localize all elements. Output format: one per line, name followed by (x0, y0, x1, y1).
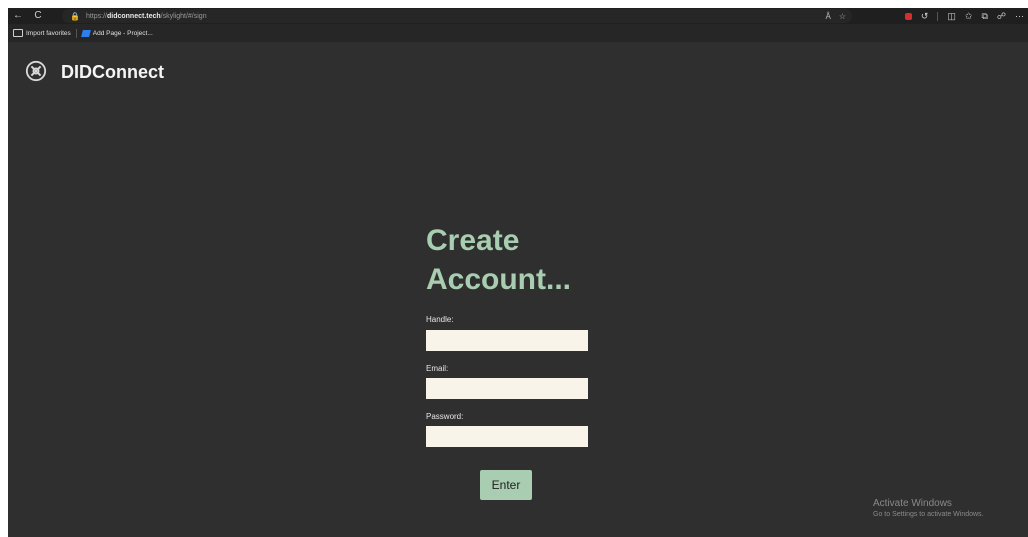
watermark-subtitle: Go to Settings to activate Windows. (873, 511, 984, 518)
page-icon (80, 29, 91, 37)
bookmark-import-favorites[interactable]: Import favorites (8, 29, 76, 37)
more-menu-icon[interactable]: ⋯ (1015, 11, 1024, 22)
page-title: Create Account... (426, 221, 666, 299)
password-label: Password: (426, 412, 464, 421)
url-path: /skylight/#/sign (160, 12, 207, 20)
url-scheme: https:// (85, 12, 107, 20)
handle-input[interactable] (426, 330, 588, 351)
didconnect-logo-icon (25, 60, 47, 82)
email-input[interactable] (426, 378, 588, 399)
email-label: Email: (426, 364, 449, 373)
read-aloud-icon[interactable]: Â (825, 12, 830, 21)
password-input[interactable] (426, 426, 588, 447)
toolbar-divider (937, 11, 939, 21)
collections-icon[interactable]: ⧉ (981, 11, 987, 22)
url-host: didconnect.tech (106, 12, 161, 20)
favorites-icon[interactable]: ✩ (965, 11, 973, 22)
browser-toolbar: ← C 🔒 https://didconnect.tech/skylight/#… (8, 8, 1028, 24)
bookmark-add-page[interactable]: Add Page - Project... (77, 29, 158, 37)
enter-button[interactable]: Enter (480, 470, 532, 500)
bookmark-label: Import favorites (26, 29, 71, 37)
extension-c-icon[interactable]: ↺ (921, 11, 929, 22)
bookmarks-bar: Import favorites Add Page - Project... (8, 24, 1028, 42)
address-bar[interactable]: 🔒 https://didconnect.tech/skylight/#/sig… (62, 9, 852, 23)
lock-icon: 🔒 (70, 11, 80, 21)
back-button[interactable]: ← (8, 8, 28, 24)
brand-name: DIDConnect (61, 62, 164, 82)
handle-label: Handle: (426, 315, 454, 324)
split-screen-icon[interactable]: ◫ (947, 11, 956, 22)
watermark-title: Activate Windows (873, 498, 952, 509)
title-line-1: Create (426, 224, 520, 257)
refresh-button[interactable]: C (28, 8, 48, 24)
extension-icon[interactable] (904, 12, 912, 20)
bookmark-label: Add Page - Project... (92, 29, 153, 37)
favorite-star-icon[interactable]: ☆ (839, 12, 846, 21)
shield-icon[interactable]: ☍ (997, 11, 1006, 22)
folder-icon (13, 29, 23, 37)
activate-windows-watermark: Activate Windows Go to Settings to activ… (873, 497, 984, 520)
title-line-2: Account... (426, 263, 572, 296)
browser-window: ← C 🔒 https://didconnect.tech/skylight/#… (8, 8, 1028, 537)
